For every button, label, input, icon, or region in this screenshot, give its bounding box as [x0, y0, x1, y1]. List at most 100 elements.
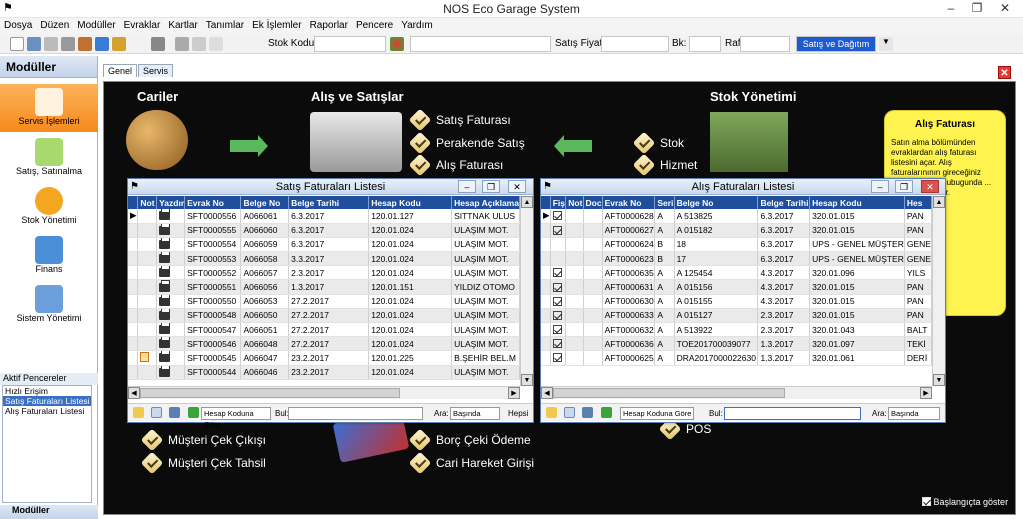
raf-input[interactable]: [740, 36, 790, 52]
restore-icon[interactable]: ❐: [964, 0, 990, 18]
row-indicator[interactable]: [128, 223, 139, 238]
scroll-right-icon[interactable]: ▶: [508, 387, 520, 399]
print-cell[interactable]: [156, 251, 186, 267]
table-row[interactable]: SFT0000553 A066058 3.3.2017 120.01.024 ULAŞI…: [128, 251, 520, 267]
vertical-scrollbar[interactable]: ▲ ▼: [520, 196, 533, 386]
row-indicator[interactable]: [541, 308, 551, 324]
menu-dosya[interactable]: Dosya: [0, 18, 36, 34]
minimize-icon[interactable]: –: [871, 180, 889, 193]
row-indicator[interactable]: [128, 294, 139, 309]
print-cell[interactable]: [156, 322, 186, 338]
note-cell[interactable]: [137, 251, 158, 267]
copy-icon[interactable]: [151, 407, 162, 418]
fis-cell[interactable]: [550, 294, 567, 309]
menu-evraklar[interactable]: Evraklar: [120, 18, 165, 34]
paste-icon[interactable]: [209, 37, 223, 51]
column-header[interactable]: Fiş: [550, 196, 567, 209]
link-alis-faturasi[interactable]: Alış Faturası: [408, 153, 503, 177]
fis-cell[interactable]: [550, 223, 567, 238]
print-cell[interactable]: [156, 209, 186, 224]
column-header[interactable]: Hesap Kodu: [368, 196, 453, 209]
card-icon[interactable]: [95, 37, 109, 51]
table-row[interactable]: SFT0000551 A066056 1.3.2017 120.01.151 YILDI…: [128, 279, 520, 295]
filter-icon[interactable]: [188, 407, 199, 418]
users-icon[interactable]: [78, 37, 92, 51]
sidebar-item-stok[interactable]: Stok Yönetimi: [0, 187, 98, 231]
print-cell[interactable]: [156, 265, 186, 281]
link-borc-ceki-odeme[interactable]: Borç Çeki Ödeme: [408, 428, 531, 452]
menu-raporlar[interactable]: Raporlar: [306, 18, 352, 34]
column-header[interactable]: Hesap Kodu: [809, 196, 905, 209]
scroll-up-icon[interactable]: ▲: [933, 196, 945, 208]
column-header[interactable]: Evrak No: [602, 196, 656, 209]
note-cell[interactable]: [137, 294, 158, 309]
satis-fiyati-input[interactable]: [601, 36, 669, 52]
menu-kartlar[interactable]: Kartlar: [164, 18, 201, 34]
copy-icon[interactable]: [564, 407, 575, 418]
filter-icon[interactable]: [601, 407, 612, 418]
link-hizmet[interactable]: Hizmet: [632, 153, 697, 177]
new-icon[interactable]: [10, 37, 24, 51]
fis-cell[interactable]: [550, 251, 567, 267]
horizontal-scrollbar[interactable]: ◀ ▶: [541, 386, 932, 399]
restore-icon[interactable]: ❐: [482, 180, 500, 193]
tools-icon[interactable]: [61, 37, 75, 51]
table-row[interactable]: SFT0000544 A066046 23.2.2017 120.01.024 ULAŞ…: [128, 365, 520, 380]
row-indicator[interactable]: [128, 365, 139, 380]
sidebar-item-sistem[interactable]: Sistem Yönetimi: [0, 285, 98, 329]
chevron-down-icon[interactable]: ▼: [879, 37, 893, 51]
table-row[interactable]: SFT0000552 A066057 2.3.2017 120.01.024 ULAŞI…: [128, 265, 520, 281]
scroll-left-icon[interactable]: ◀: [128, 387, 140, 399]
scroll-thumb[interactable]: [553, 388, 785, 398]
sidebar-item-satis[interactable]: Satış, Satınalma: [0, 138, 98, 182]
row-indicator[interactable]: [541, 237, 551, 253]
row-indicator[interactable]: ▶: [128, 209, 139, 224]
link-perakende-satis[interactable]: Perakende Satış: [408, 131, 525, 155]
print-cell[interactable]: [156, 336, 186, 352]
print-cell[interactable]: [156, 350, 186, 366]
fis-cell[interactable]: [550, 209, 567, 224]
row-indicator[interactable]: [541, 322, 551, 338]
row-indicator[interactable]: [541, 265, 551, 281]
menu-pencere[interactable]: Pencere: [352, 18, 397, 34]
tab-genel[interactable]: Genel: [103, 64, 138, 77]
scroll-down-icon[interactable]: ▼: [933, 374, 945, 386]
table-row[interactable]: AFT0000625 A DRA2017000022630 1.3.2017 320.0…: [541, 350, 932, 366]
menu-tanimlar[interactable]: Tanımlar: [202, 18, 248, 34]
list-item[interactable]: Satış Faturaları Listesi: [3, 396, 91, 406]
table-row[interactable]: AFT0000624 B 18 6.3.2017 UPS - GENEL MÜŞTER G…: [541, 237, 932, 253]
print-cell[interactable]: [156, 308, 186, 324]
stok-kodu-input[interactable]: [314, 36, 386, 52]
note-cell[interactable]: [137, 237, 158, 253]
row-indicator[interactable]: [128, 251, 139, 267]
bul-input[interactable]: [724, 407, 861, 420]
print-cell[interactable]: [156, 365, 186, 380]
link-satis-faturasi[interactable]: Satış Faturası: [408, 108, 511, 132]
stok-description-input[interactable]: [410, 36, 551, 52]
minimize-icon[interactable]: –: [458, 180, 476, 193]
close-tab-icon[interactable]: ✕: [998, 66, 1011, 79]
scroll-left-icon[interactable]: ◀: [541, 387, 553, 399]
column-header[interactable]: Seri: [654, 196, 675, 209]
table-row[interactable]: ▶ SFT0000556 A066061 6.3.2017 120.01.127 SITT…: [128, 209, 520, 224]
row-indicator[interactable]: [128, 279, 139, 295]
row-indicator[interactable]: [541, 336, 551, 352]
row-indicator[interactable]: [128, 336, 139, 352]
table-row[interactable]: SFT0000548 A066050 27.2.2017 120.01.024 ULAŞ…: [128, 308, 520, 324]
filter-type-select[interactable]: Hesap Koduna Göre: [620, 407, 694, 420]
note-cell[interactable]: [137, 336, 158, 352]
color-icon[interactable]: [390, 37, 404, 51]
fis-cell[interactable]: [550, 336, 567, 352]
sidebar-item-finans[interactable]: Finans: [0, 236, 98, 280]
print-cell[interactable]: [156, 237, 186, 253]
save-icon[interactable]: [27, 37, 41, 51]
note-cell[interactable]: [137, 322, 158, 338]
moduller-button[interactable]: Modüller: [0, 505, 98, 519]
link-musteri-cek-tahsil[interactable]: Müşteri Çek Tahsil: [140, 451, 266, 475]
table-row[interactable]: AFT0000627 A A 015182 6.3.2017 320.01.015 PAN: [541, 223, 932, 238]
scroll-up-icon[interactable]: ▲: [521, 196, 533, 208]
link-pos[interactable]: POS: [658, 417, 711, 441]
bk-input[interactable]: [689, 36, 721, 52]
note-cell[interactable]: [137, 223, 158, 238]
column-header[interactable]: Yazdır: [156, 196, 186, 209]
